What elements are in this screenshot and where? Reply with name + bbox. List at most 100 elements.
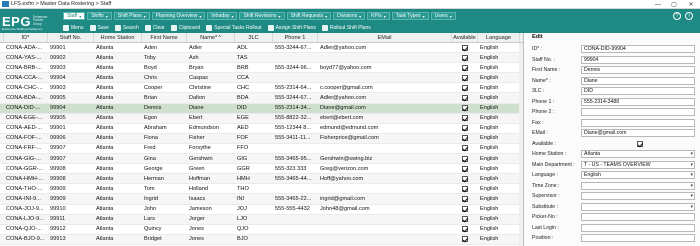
cell-name[interactable]: Caspas bbox=[187, 73, 235, 82]
field-input[interactable] bbox=[581, 234, 695, 242]
cell-lc[interactable]: HMH bbox=[235, 174, 273, 183]
cell-home[interactable]: Atlanta bbox=[94, 184, 142, 193]
search-button[interactable]: Search bbox=[114, 24, 139, 31]
cell-available[interactable] bbox=[452, 215, 478, 224]
cell-language[interactable]: English bbox=[478, 225, 520, 234]
table-row[interactable]: CONA-FRF-... 99907 Atlanta Fred Forsythe FFO E… bbox=[0, 144, 523, 155]
field-select[interactable]: English bbox=[581, 171, 695, 179]
cell-available[interactable] bbox=[452, 205, 478, 214]
cell-id[interactable]: CONA-GGR-... bbox=[4, 164, 48, 173]
cell-first[interactable]: Bridget bbox=[142, 235, 187, 244]
cell-first[interactable]: Dennis bbox=[142, 104, 187, 113]
field-select[interactable]: T - US - TEAMS OVERVIEW bbox=[581, 160, 695, 169]
cell-first[interactable]: Aden bbox=[142, 43, 187, 52]
cell-phone[interactable]: 555-3411-11... bbox=[273, 134, 318, 143]
col-first-name[interactable]: First Name bbox=[142, 33, 187, 42]
table-row[interactable]: CONA-BRB-... 99903 Atlanta Boyd Bryan BRB 555-… bbox=[0, 63, 523, 74]
cell-first[interactable]: Chris bbox=[142, 73, 187, 82]
cell-id[interactable]: CONA-LJO-9... bbox=[4, 215, 48, 224]
cell-language[interactable]: English bbox=[478, 184, 520, 193]
cell-available[interactable] bbox=[452, 43, 478, 52]
available-checkbox[interactable] bbox=[462, 195, 468, 202]
cell-name[interactable]: Holland bbox=[187, 184, 235, 193]
menu-tab-intraday[interactable]: Intraday ▾ bbox=[207, 12, 238, 20]
col-3lc[interactable]: 3LC bbox=[235, 33, 273, 42]
cell-phone[interactable]: 555-3244-67... bbox=[273, 43, 318, 52]
cell-id[interactable]: CONA-AED-... bbox=[4, 124, 48, 133]
table-row[interactable]: CONA-YAS-... 99902 Atlanta Toby Ash TAS Englis… bbox=[0, 53, 523, 64]
menu-tab-shift-plans[interactable]: Shift Plans ▾ bbox=[113, 12, 150, 20]
cell-email[interactable]: Fisherprice@gmail.com bbox=[318, 134, 452, 143]
cell-staff[interactable]: 99909 bbox=[48, 194, 94, 203]
cell-language[interactable]: English bbox=[478, 63, 520, 72]
cell-name[interactable]: Dalton bbox=[187, 93, 235, 102]
cell-lc[interactable]: CHC bbox=[235, 83, 273, 92]
cell-language[interactable]: English bbox=[478, 174, 520, 183]
cell-available[interactable] bbox=[452, 83, 478, 92]
cell-id[interactable]: CONA-FRF-... bbox=[4, 144, 48, 153]
cell-staff[interactable]: 99910 bbox=[48, 205, 94, 214]
cell-home[interactable]: Atlanta bbox=[94, 235, 142, 244]
cell-home[interactable]: Atlanta bbox=[94, 43, 142, 52]
cell-email[interactable]: c.cooper@gmail.com bbox=[318, 83, 452, 92]
cell-phone[interactable]: 555-3465-22... bbox=[273, 194, 318, 203]
cell-first[interactable]: Brian bbox=[142, 93, 187, 102]
cell-first[interactable]: Tom bbox=[142, 184, 187, 193]
cell-phone[interactable] bbox=[273, 235, 318, 244]
cell-language[interactable]: English bbox=[478, 124, 520, 133]
cell-name[interactable]: Edmundson bbox=[187, 124, 235, 133]
cell-phone[interactable] bbox=[273, 144, 318, 153]
field-input[interactable]: CONA-DID-99904 bbox=[581, 45, 695, 53]
cell-home[interactable]: Atlanta bbox=[94, 134, 142, 143]
cell-lc[interactable]: GIG bbox=[235, 154, 273, 163]
cell-email[interactable]: John48@gmail.com bbox=[318, 205, 452, 214]
cell-id[interactable]: CONA-FOF-... bbox=[4, 134, 48, 143]
cell-language[interactable]: English bbox=[478, 205, 520, 214]
cell-first[interactable]: Abraham bbox=[142, 124, 187, 133]
table-row[interactable]: CONA-GGR-... 99908 Atlanta George Green GGR 55… bbox=[0, 164, 523, 175]
table-row[interactable]: CONA-EGE-... 99905 Atlanta Egon Ebert EGE 555-… bbox=[0, 113, 523, 124]
cell-phone[interactable]: 555-555-4432 bbox=[273, 205, 318, 214]
cell-email[interactable] bbox=[318, 184, 452, 193]
cell-staff[interactable]: 99903 bbox=[48, 63, 94, 72]
field-input[interactable] bbox=[581, 223, 695, 232]
cell-id[interactable]: CONA-ADA-... bbox=[4, 43, 48, 52]
cell-lc[interactable]: TAS bbox=[235, 53, 273, 62]
cell-id[interactable]: CONA-GIG-... bbox=[4, 154, 48, 163]
cell-lc[interactable]: DID bbox=[235, 104, 273, 113]
available-checkbox[interactable] bbox=[462, 125, 468, 132]
cell-home[interactable]: Atlanta bbox=[94, 194, 142, 203]
available-checkbox[interactable] bbox=[462, 115, 468, 122]
clear-button[interactable]: Clear bbox=[144, 24, 165, 31]
field-input[interactable] bbox=[581, 118, 695, 127]
cell-home[interactable]: Atlanta bbox=[94, 104, 142, 113]
cell-email[interactable]: Adler@yahoo.com bbox=[318, 93, 452, 102]
field-input[interactable]: DID bbox=[581, 87, 695, 95]
available-checkbox[interactable] bbox=[462, 145, 468, 152]
cell-first[interactable]: Herman bbox=[142, 174, 187, 183]
cell-available[interactable] bbox=[452, 124, 478, 133]
cell-staff[interactable]: 99901 bbox=[48, 124, 94, 133]
cell-staff[interactable]: 99907 bbox=[48, 144, 94, 153]
cell-language[interactable]: English bbox=[478, 43, 520, 52]
cell-language[interactable]: English bbox=[478, 114, 520, 123]
cell-first[interactable]: Boyd bbox=[142, 63, 187, 72]
table-row[interactable]: CONA-QJO-... 99912 Atlanta Quincy Jones QJO En… bbox=[0, 225, 523, 235]
cell-email[interactable] bbox=[318, 215, 452, 224]
menu-tab-divisions[interactable]: Divisions ▾ bbox=[333, 12, 366, 20]
available-checkbox[interactable] bbox=[462, 105, 468, 112]
rollout-shift-plans-button[interactable]: Rollout Shift Plans bbox=[321, 24, 371, 31]
available-checkbox[interactable] bbox=[462, 95, 468, 102]
cell-name[interactable]: Forsythe bbox=[187, 144, 235, 153]
col-name[interactable]: Name* ^ bbox=[187, 33, 235, 42]
cell-home[interactable]: Atlanta bbox=[94, 215, 142, 224]
cell-first[interactable]: Lars bbox=[142, 215, 187, 224]
help-icon[interactable]: ? bbox=[673, 12, 681, 20]
cell-phone[interactable]: 555-323 333 bbox=[273, 164, 318, 173]
cell-staff[interactable]: 99909 bbox=[48, 184, 94, 193]
cell-home[interactable]: Atlanta bbox=[94, 63, 142, 72]
available-checkbox[interactable] bbox=[462, 236, 468, 243]
table-row[interactable]: CONA-ADA-... 99901 Atlanta Aden Adler ADL 555-… bbox=[0, 43, 523, 54]
cell-email[interactable] bbox=[318, 144, 452, 153]
col-available[interactable]: Available bbox=[452, 33, 478, 42]
